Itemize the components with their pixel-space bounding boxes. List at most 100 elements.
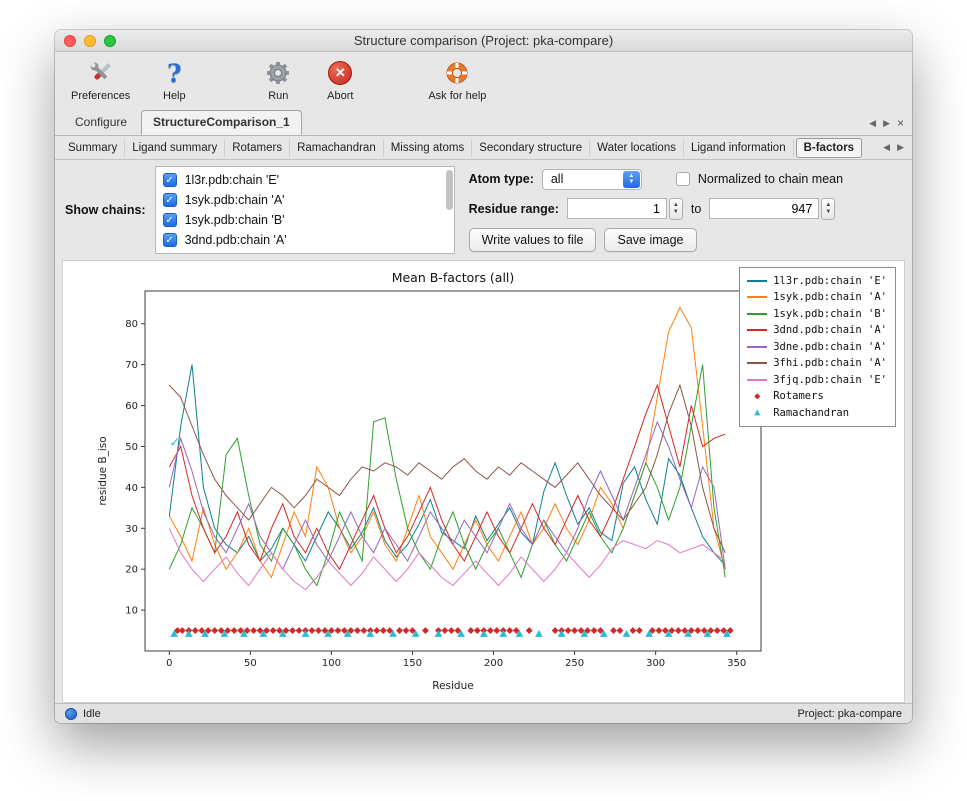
legend-entry: 3fhi.pdb:chain 'A' xyxy=(747,356,887,372)
gear-icon xyxy=(265,58,291,88)
chain-label: 1syk.pdb:chain 'A' xyxy=(185,193,285,207)
svg-text:40: 40 xyxy=(125,483,138,494)
range-to-stepper[interactable]: ▲▼ xyxy=(821,198,835,220)
app-window: Structure comparison (Project: pka-compa… xyxy=(55,30,912,723)
life-ring-icon xyxy=(444,58,470,88)
legend-entry: 1l3r.pdb:chain 'E' xyxy=(747,273,887,289)
svg-text:10: 10 xyxy=(125,606,138,617)
chain-checkbox[interactable] xyxy=(163,173,177,187)
toolbar-label: Run xyxy=(268,90,288,102)
chain-label: 3dnd.pdb:chain 'A' xyxy=(185,233,287,247)
tab-structure-comparison-1[interactable]: StructureComparison_1 xyxy=(141,110,302,135)
tab-nav-controls: ◀ ▶ × xyxy=(869,116,904,135)
svg-text:80: 80 xyxy=(125,319,138,330)
subtab-missing-atoms[interactable]: Missing atoms xyxy=(384,139,473,157)
chain-checkbox[interactable] xyxy=(163,193,177,207)
subtab-summary[interactable]: Summary xyxy=(61,139,125,157)
status-bar: Idle Project: pka-compare xyxy=(55,703,912,723)
normalized-label: Normalized to chain mean xyxy=(698,172,843,186)
chain-list[interactable]: 1l3r.pdb:chain 'E' 1syk.pdb:chain 'A' 1s… xyxy=(155,166,455,254)
svg-text:70: 70 xyxy=(125,360,138,371)
subtab-ligand-summary[interactable]: Ligand summary xyxy=(125,139,225,157)
minimize-window-button[interactable] xyxy=(84,35,96,47)
legend-entry: ▲Ramachandran xyxy=(747,405,887,421)
chain-label: 1syk.pdb:chain 'B' xyxy=(185,213,285,227)
project-label: Project: pka-compare xyxy=(797,708,902,720)
status-indicator-icon xyxy=(65,708,77,720)
toolbar-label: Ask for help xyxy=(428,90,486,102)
svg-text:20: 20 xyxy=(125,565,138,576)
legend-entry: 3fjq.pdb:chain 'E' xyxy=(747,372,887,388)
chain-list-item[interactable]: 1syk.pdb:chain 'A' xyxy=(156,190,454,210)
legend-entry: ◆Rotamers xyxy=(747,389,887,405)
x-axis-label: Residue xyxy=(432,680,473,692)
svg-text:50: 50 xyxy=(244,658,257,669)
legend-entry: 1syk.pdb:chain 'B' xyxy=(747,306,887,322)
tools-icon xyxy=(86,58,116,88)
residue-range-label: Residue range: xyxy=(469,202,559,216)
legend-entry: 3dnd.pdb:chain 'A' xyxy=(747,323,887,339)
svg-text:60: 60 xyxy=(125,401,138,412)
status-text: Idle xyxy=(83,708,101,720)
abort-button[interactable]: ✕ Abort xyxy=(322,58,358,102)
title-bar: Structure comparison (Project: pka-compa… xyxy=(55,30,912,52)
chain-list-item[interactable]: 1l3r.pdb:chain 'E' xyxy=(156,170,454,190)
tab-nav-left-icon[interactable]: ◀ xyxy=(869,118,876,129)
close-window-button[interactable] xyxy=(64,35,76,47)
help-button[interactable]: ? Help xyxy=(156,58,192,102)
close-tab-icon[interactable]: × xyxy=(897,116,904,130)
traffic-lights xyxy=(64,35,116,47)
svg-text:200: 200 xyxy=(484,658,503,669)
run-button[interactable]: Run xyxy=(260,58,296,102)
subtab-rotamers[interactable]: Rotamers xyxy=(225,139,290,157)
svg-text:250: 250 xyxy=(565,658,584,669)
subtab-b-factors[interactable]: B-factors xyxy=(796,138,862,158)
scrollbar-thumb[interactable] xyxy=(446,170,453,210)
legend-entry: 1syk.pdb:chain 'A' xyxy=(747,290,887,306)
subtab-ligand-information[interactable]: Ligand information xyxy=(684,139,794,157)
plot-legend: 1l3r.pdb:chain 'E'1syk.pdb:chain 'A'1syk… xyxy=(739,267,896,427)
dropdown-arrows-icon: ▲▼ xyxy=(623,171,640,188)
svg-text:350: 350 xyxy=(727,658,746,669)
subtab-nav-controls: ◀ ▶ xyxy=(883,142,906,153)
chart-panel: ✓0501001502002503003501020304050607080Me… xyxy=(62,260,905,703)
chart-title: Mean B-factors (all) xyxy=(392,270,515,285)
main-tab-bar: Configure StructureComparison_1 ◀ ▶ × xyxy=(55,110,912,136)
abort-icon: ✕ xyxy=(328,58,352,88)
chain-checkbox[interactable] xyxy=(163,233,177,247)
subtab-water-locations[interactable]: Water locations xyxy=(590,139,684,157)
toolbar: Preferences ? Help Run xyxy=(55,52,912,110)
subtab-ramachandran[interactable]: Ramachandran xyxy=(290,139,384,157)
atom-type-value: all xyxy=(551,172,564,186)
save-image-button[interactable]: Save image xyxy=(604,228,696,252)
tab-configure[interactable]: Configure xyxy=(63,110,139,135)
normalized-checkbox[interactable] xyxy=(676,172,690,186)
tab-nav-right-icon[interactable]: ▶ xyxy=(883,118,890,129)
chain-list-item[interactable]: 3dnd.pdb:chain 'A' xyxy=(156,230,454,250)
ask-for-help-button[interactable]: Ask for help xyxy=(428,58,486,102)
preferences-button[interactable]: Preferences xyxy=(71,58,130,102)
chain-label: 1l3r.pdb:chain 'E' xyxy=(185,173,279,187)
subtab-nav-left-icon[interactable]: ◀ xyxy=(883,142,890,153)
zoom-window-button[interactable] xyxy=(104,35,116,47)
y-axis-label: residue B_iso xyxy=(97,436,109,505)
chain-list-item[interactable]: 1syk.pdb:chain 'B' xyxy=(156,210,454,230)
subtab-secondary-structure[interactable]: Secondary structure xyxy=(472,139,590,157)
residue-range-to-input[interactable] xyxy=(709,198,819,219)
controls-panel: Show chains: 1l3r.pdb:chain 'E' 1syk.pdb… xyxy=(55,160,912,260)
chain-checkbox[interactable] xyxy=(163,213,177,227)
help-icon: ? xyxy=(167,58,182,88)
write-values-button[interactable]: Write values to file xyxy=(469,228,597,252)
toolbar-label: Preferences xyxy=(71,90,130,102)
show-chains-label: Show chains: xyxy=(65,203,146,217)
atom-type-select[interactable]: all ▲▼ xyxy=(542,169,642,190)
svg-text:30: 30 xyxy=(125,524,138,535)
subtab-nav-right-icon[interactable]: ▶ xyxy=(897,142,904,153)
residue-range-from-input[interactable] xyxy=(567,198,667,219)
range-from-stepper[interactable]: ▲▼ xyxy=(669,198,683,220)
range-to-label: to xyxy=(691,202,701,216)
atom-type-label: Atom type: xyxy=(469,172,534,186)
window-title: Structure comparison (Project: pka-compa… xyxy=(354,33,613,48)
svg-text:100: 100 xyxy=(322,658,341,669)
chain-list-scrollbar[interactable] xyxy=(446,170,453,250)
